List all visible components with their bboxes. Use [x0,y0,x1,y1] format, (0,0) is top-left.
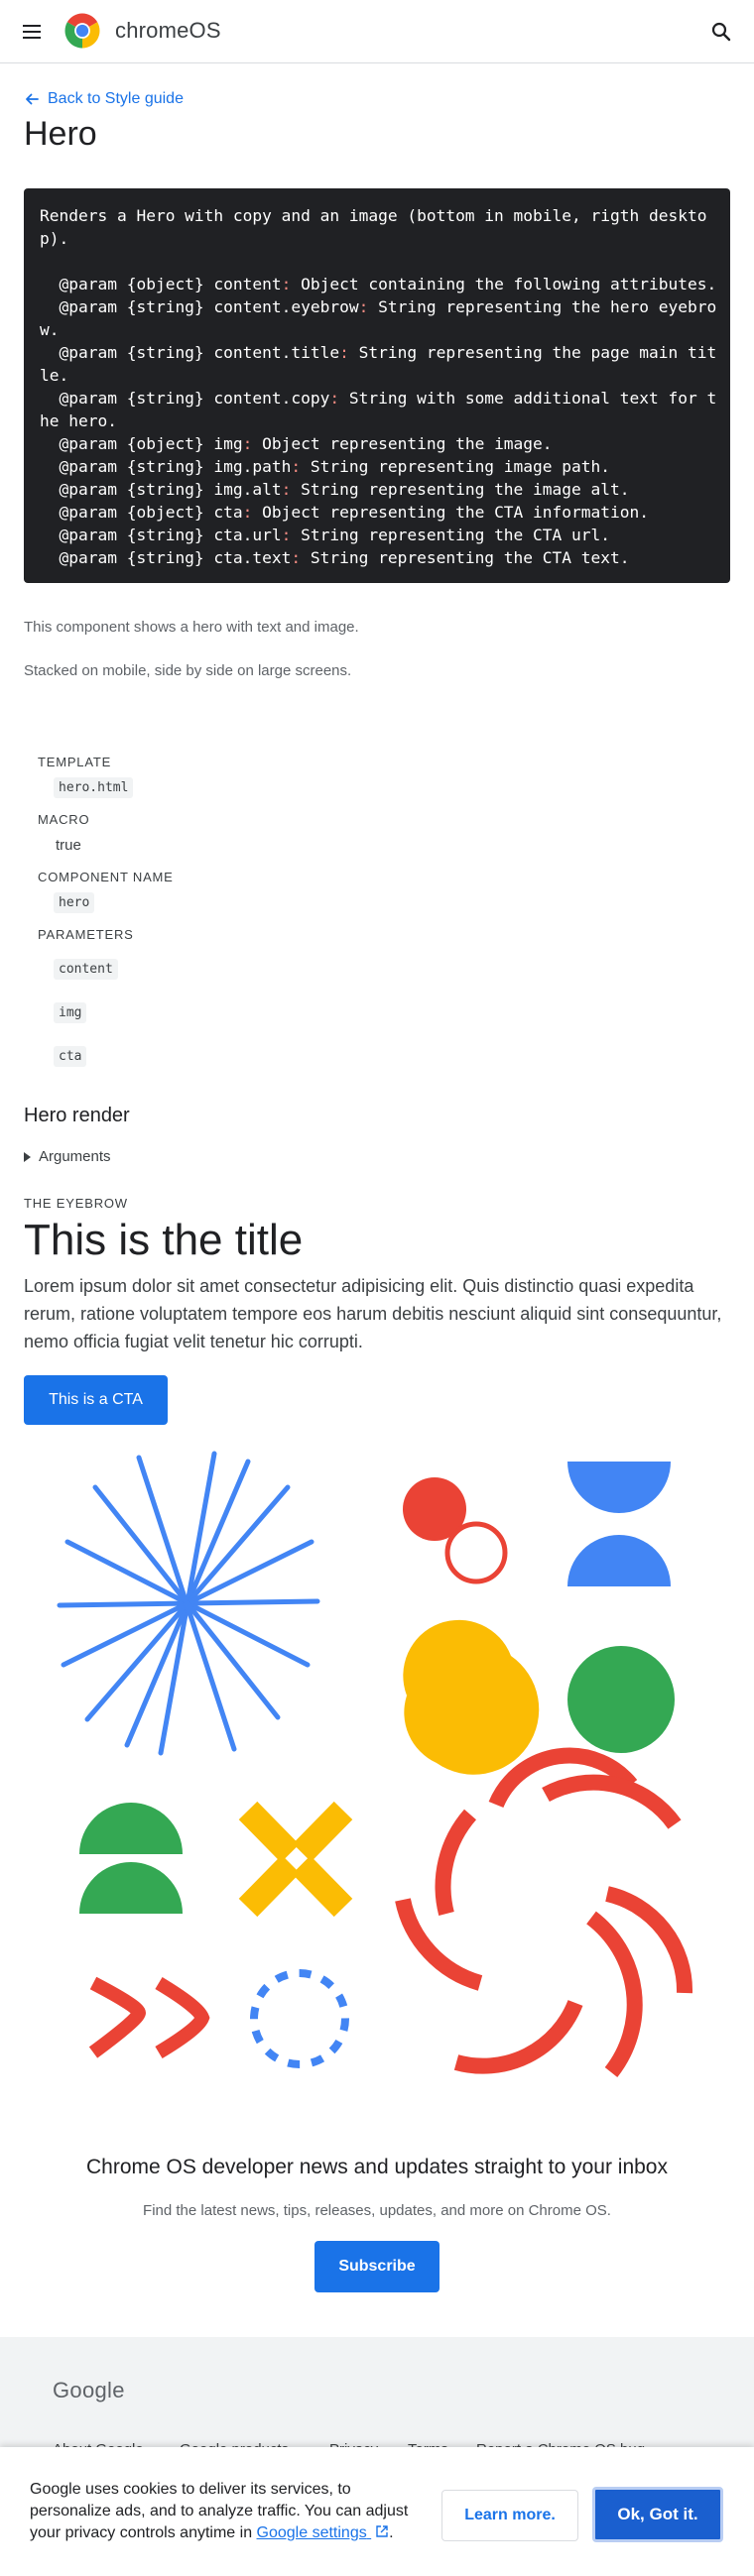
starburst-shape [57,1451,320,1756]
arguments-label: Arguments [39,1148,111,1165]
external-link-icon [376,2525,388,2537]
chrome-logo-icon[interactable] [62,10,103,52]
code-line: Renders a Hero with copy and an image (b… [40,206,707,225]
red-circles-shape [403,1477,508,1584]
hero-cta-button[interactable]: This is a CTA [24,1375,168,1425]
code-line: @param {string} img.path: String represe… [40,457,611,476]
newsletter-copy: Find the latest news, tips, releases, up… [143,2202,611,2219]
google-logo[interactable]: Google [53,2378,125,2403]
parameter-item: img [54,1002,87,1023]
code-line: @param {string} content.eyebrow: String … [40,297,717,316]
arguments-toggle[interactable]: Arguments [24,1148,111,1165]
ok-got-it-button[interactable]: Ok, Got it. [592,2487,723,2542]
learn-more-button[interactable]: Learn more. [441,2490,578,2541]
google-settings-link-label: Google settings [256,2524,367,2541]
hamburger-menu-icon[interactable] [20,20,44,44]
code-line: @param {object} content: Object containi… [40,275,717,293]
page-title: Hero [24,115,97,153]
macro-label: MACRO [38,812,90,827]
hero-render-heading: Hero render [24,1105,130,1126]
hero-copy: Lorem ipsum dolor sit amet consectetur a… [24,1276,722,1351]
cookie-banner: Google uses cookies to deliver its servi… [0,2447,754,2576]
code-line: @param {string} img.alt: String represen… [40,480,630,499]
cookie-message: Google uses cookies to deliver its servi… [30,2479,427,2544]
blue-dashed-ring-shape [250,1969,349,2068]
code-line: w. [40,320,60,339]
code-line: he hero. [40,411,117,430]
code-line: p). [40,229,69,248]
arrow-back-icon [26,93,39,105]
hero-title: This is the title [24,1216,304,1264]
parameters-label: PARAMETERS [38,927,134,942]
hero-eyebrow: THE EYEBROW [24,1196,128,1211]
code-line: @param {object} cta: Object representing… [40,503,649,522]
component-name-value: hero [54,892,95,913]
red-chevrons-shape [88,1976,210,2059]
disclosure-triangle-icon [24,1151,31,1162]
blue-semicircles-shape [567,1462,671,1586]
code-line: le. [40,366,69,385]
code-line: @param {string} cta.url: String represen… [40,526,611,544]
code-line: @param {string} content.title: String re… [40,343,717,362]
subscribe-button[interactable]: Subscribe [314,2241,440,2292]
macro-value: true [56,837,81,854]
top-app-bar: chromeOS [0,0,754,63]
green-circle-shape [567,1646,675,1753]
newsletter-title: Chrome OS developer news and updates str… [85,2156,668,2178]
green-semicircles-shape [79,1803,183,1914]
brand-name[interactable]: chromeOS [115,18,221,44]
template-label: TEMPLATE [38,755,112,769]
search-icon[interactable] [709,20,733,44]
hero-illustration [57,1451,693,2077]
code-text: Renders a Hero with copy and an image (b… [40,204,717,569]
code-block: Renders a Hero with copy and an image (b… [24,188,730,583]
parameter-item: cta [54,1046,87,1067]
code-line: @param {string} content.copy: String wit… [40,389,717,408]
parameter-item: content [54,959,118,980]
yellow-half-circle-shape [403,1619,540,1775]
code-line: @param {string} cta.text: String represe… [40,548,630,567]
back-to-style-guide-link[interactable]: Back to Style guide [24,90,184,108]
component-layout-note: Stacked on mobile, side by side on large… [24,662,352,679]
component-description: This component shows a hero with text an… [24,619,359,636]
template-value: hero.html [54,777,134,798]
red-swirl-shape [395,1747,693,2077]
google-settings-link[interactable]: Google settings [257,2524,390,2541]
code-line: @param {object} img: Object representing… [40,434,553,453]
back-link-label: Back to Style guide [48,90,184,107]
component-name-label: COMPONENT NAME [38,870,174,884]
cookie-text-end: . [389,2524,394,2541]
